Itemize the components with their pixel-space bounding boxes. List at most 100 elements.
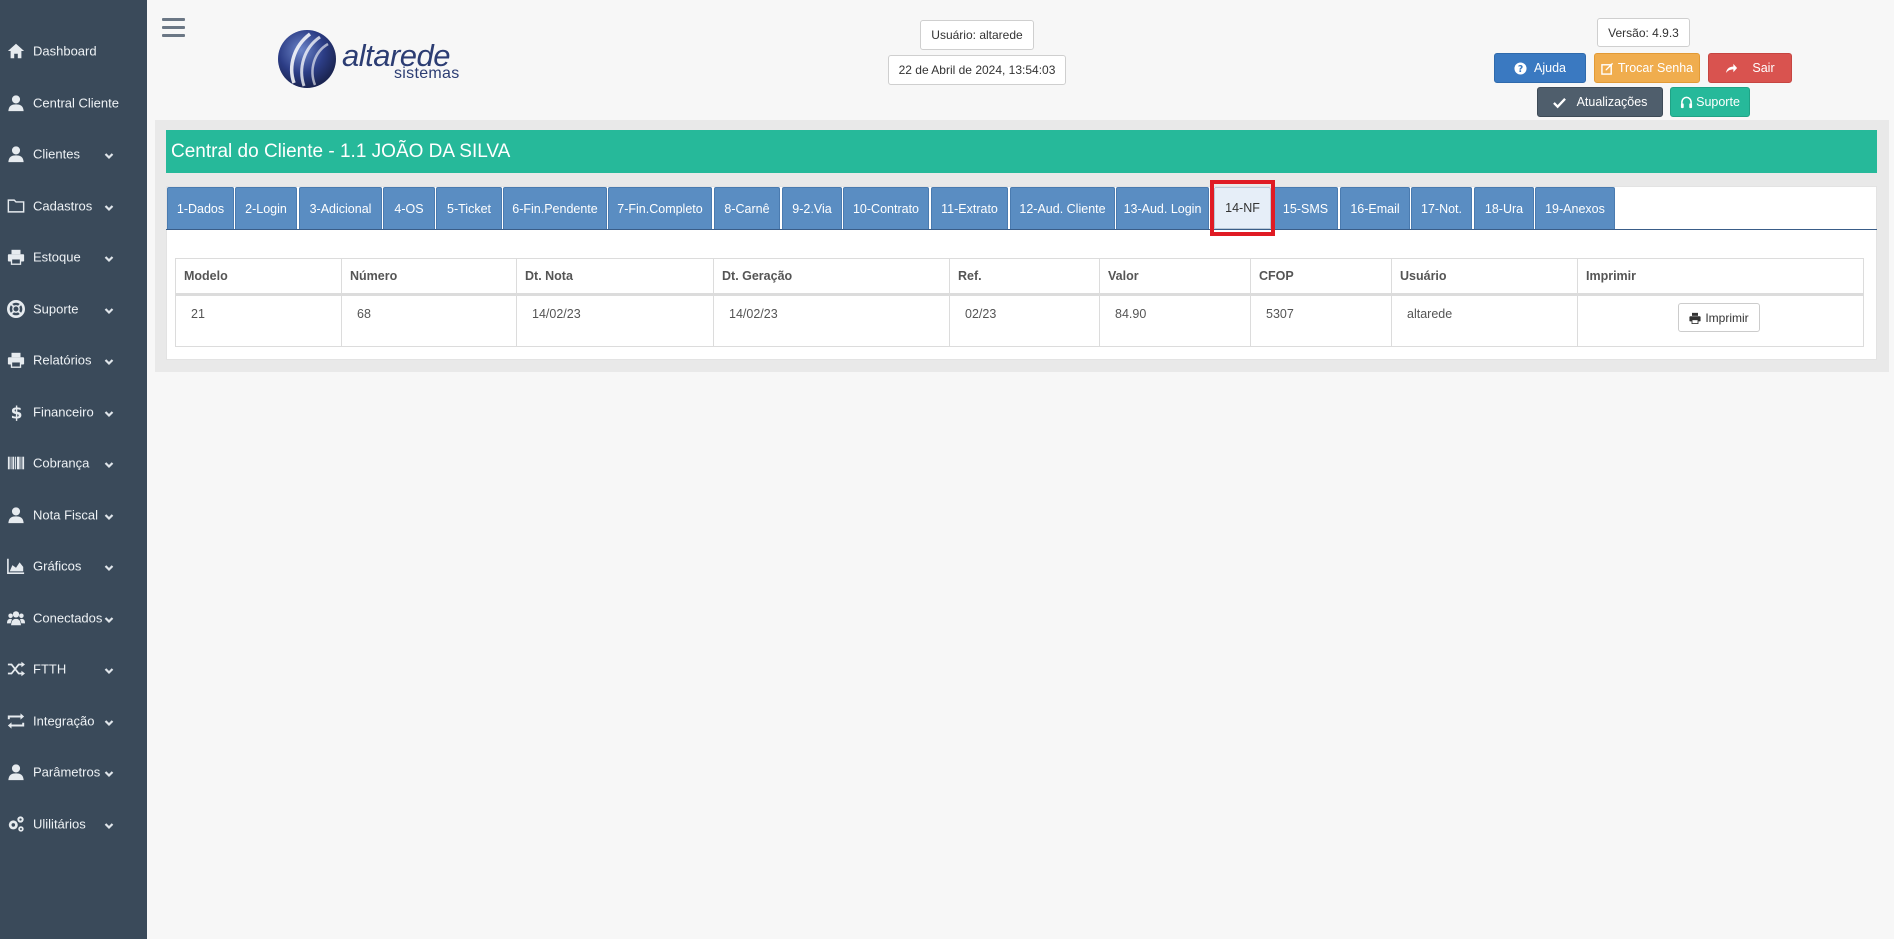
sidebar-item-suporte[interactable]: Suporte [0, 289, 147, 329]
sidebar-item-parametros[interactable]: Parâmetros [0, 752, 147, 792]
tab-fin-pendente[interactable]: 6-Fin.Pendente [503, 187, 607, 229]
folder-icon [6, 197, 26, 215]
tab-login[interactable]: 2-Login [235, 187, 297, 229]
sidebar-item-estoque[interactable]: Estoque [0, 237, 147, 277]
user-icon [6, 763, 26, 781]
sidebar-item-nota-fiscal[interactable]: Nota Fiscal [0, 495, 147, 535]
tab-anexos[interactable]: 19-Anexos [1535, 187, 1615, 229]
trocar-senha-label: Trocar Senha [1617, 61, 1694, 75]
sidebar-item-financeiro[interactable]: $ Financeiro [0, 392, 147, 432]
tab-aud-login[interactable]: 13-Aud. Login [1116, 187, 1209, 229]
column-header-valor: Valor [1100, 259, 1251, 293]
cogs-icon [6, 815, 26, 833]
sidebar-item-label: Cadastros [33, 198, 93, 214]
chevron-down-icon [104, 664, 114, 675]
chevron-down-icon [104, 716, 114, 727]
chevron-down-icon [104, 819, 114, 830]
tab-adicional[interactable]: 3-Adicional [299, 187, 382, 229]
user-icon [6, 506, 26, 524]
chevron-down-icon [104, 561, 114, 572]
chevron-down-icon [104, 510, 114, 521]
sidebar-item-label: Estoque [33, 249, 81, 265]
sidebar-item-dashboard[interactable]: Dashboard [0, 31, 147, 71]
sidebar-item-label: FTTH [33, 661, 67, 677]
imprimir-button[interactable]: Imprimir [1678, 303, 1760, 332]
page-title: Central do Cliente - 1.1 JOÃO DA SILVA [166, 130, 1877, 173]
print-icon [6, 351, 26, 369]
cell-dt-nota: 14/02/23 [517, 296, 714, 347]
sidebar-item-relatorios[interactable]: Relatórios [0, 340, 147, 380]
tab-sms[interactable]: 15-SMS [1273, 187, 1338, 229]
chevron-down-icon [104, 613, 114, 624]
trocar-senha-button[interactable]: Trocar Senha [1594, 53, 1700, 83]
barcode-icon [6, 454, 26, 472]
chevron-down-icon [104, 304, 114, 315]
column-header-imprimir: Imprimir [1586, 269, 1637, 283]
tab-email[interactable]: 16-Email [1340, 187, 1410, 229]
sidebar-item-ftth[interactable]: FTTH [0, 649, 147, 689]
tab-extrato[interactable]: 11-Extrato [931, 187, 1008, 229]
user-icon [6, 94, 26, 112]
chevron-down-icon [104, 252, 114, 263]
cell-ref: 02/23 [950, 296, 1100, 347]
svg-text:?: ? [1518, 64, 1523, 75]
menu-toggle-icon[interactable] [162, 18, 185, 38]
sidebar-item-integracao[interactable]: Integração [0, 701, 147, 741]
column-header-modelo: Modelo [176, 259, 342, 293]
sidebar-item-label: Nota Fiscal [33, 507, 99, 523]
atualizacoes-button[interactable]: Atualizações [1537, 87, 1663, 117]
sidebar-item-label: Central Cliente [33, 95, 119, 111]
logo: altarede sistemas [276, 28, 466, 92]
lifebuoy-icon [6, 300, 26, 318]
sidebar-item-label: Conectados [33, 610, 103, 626]
cell-usuario: altarede [1392, 296, 1578, 347]
tab-ticket[interactable]: 5-Ticket [436, 187, 502, 229]
cell-cfop: 5307 [1251, 296, 1392, 347]
sair-button[interactable]: Sair [1708, 53, 1792, 83]
column-header-dt-nota: Dt. Nota [517, 259, 714, 293]
sidebar-item-cobranca[interactable]: Cobrança [0, 443, 147, 483]
print-icon [6, 248, 26, 266]
nf-table: Modelo Número Dt. Nota Dt. Geração Ref. … [175, 258, 1864, 347]
chevron-down-icon [104, 355, 114, 366]
sidebar-item-cadastros[interactable]: Cadastros [0, 186, 147, 226]
ajuda-button[interactable]: ? Ajuda [1494, 53, 1586, 83]
sidebar-item-conectados[interactable]: Conectados [0, 598, 147, 638]
suporte-button[interactable]: Suporte [1670, 87, 1750, 117]
tab-contrato[interactable]: 10-Contrato [843, 187, 929, 229]
logo-subtext: sistemas [394, 65, 460, 82]
cell-numero: 68 [342, 296, 517, 347]
tab-carne[interactable]: 8-Carnê [714, 187, 780, 229]
sidebar-item-label: Financeiro [33, 404, 94, 420]
tab-ura[interactable]: 18-Ura [1474, 187, 1534, 229]
chevron-down-icon [104, 407, 114, 418]
sidebar-item-label: Dashboard [33, 43, 97, 59]
suporte-label: Suporte [1696, 95, 1740, 109]
cell-modelo: 21 [176, 296, 342, 347]
sidebar-item-ulilitarios[interactable]: Ulilitários [0, 804, 147, 844]
headphones-icon [1680, 96, 1693, 109]
shuffle-icon [6, 660, 26, 678]
tab-os[interactable]: 4-OS [383, 187, 435, 229]
print-icon [1689, 312, 1701, 324]
question-circle-icon: ? [1514, 61, 1527, 75]
version-label: Versão: 4.9.3 [1597, 18, 1690, 47]
sidebar-item-label: Gráficos [33, 558, 82, 574]
column-header-dt-geracao: Dt. Geração [714, 259, 950, 293]
usuario-label: Usuário: altarede [920, 20, 1034, 50]
tab-aud-cliente[interactable]: 12-Aud. Cliente [1010, 187, 1115, 229]
sidebar-item-label: Relatórios [33, 352, 92, 368]
sidebar-item-clientes[interactable]: Clientes [0, 134, 147, 174]
sidebar-item-central-cliente[interactable]: Central Cliente [0, 83, 147, 123]
tab-2-via[interactable]: 9-2.Via [782, 187, 842, 229]
sidebar-item-label: Ulilitários [33, 816, 86, 832]
sidebar-item-graficos[interactable]: Gráficos [0, 546, 147, 586]
check-icon [1552, 96, 1566, 109]
tab-not[interactable]: 17-Not. [1411, 187, 1472, 229]
chevron-down-icon [104, 767, 114, 778]
tab-dados[interactable]: 1-Dados [167, 187, 234, 229]
chevron-down-icon [104, 149, 114, 160]
tab-fin-completo[interactable]: 7-Fin.Completo [608, 187, 712, 229]
datetime-label: 22 de Abril de 2024, 13:54:03 [888, 55, 1066, 85]
sair-label: Sair [1752, 61, 1775, 75]
